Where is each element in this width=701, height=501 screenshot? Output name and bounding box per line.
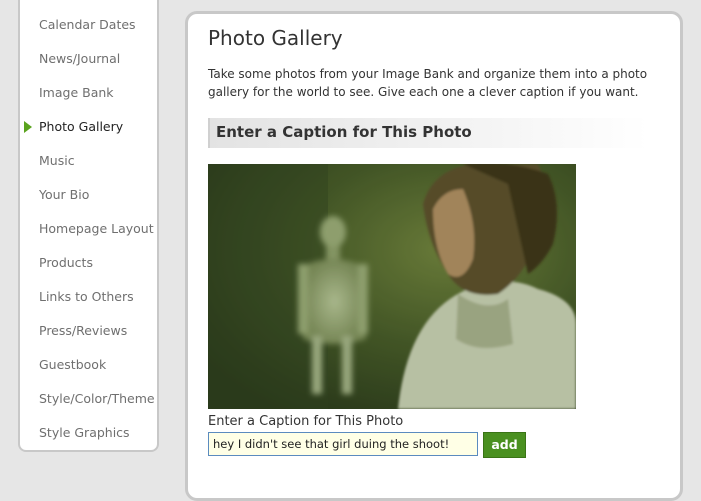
sidebar-item-press-reviews[interactable]: Press/Reviews	[39, 321, 127, 341]
sidebar-item-music[interactable]: Music	[39, 151, 75, 171]
main-panel: Photo Gallery Take some photos from your…	[185, 11, 683, 501]
caption-label: Enter a Caption for This Photo	[208, 414, 404, 429]
triangle-right-icon	[24, 121, 32, 133]
page-description: Take some photos from your Image Bank an…	[208, 67, 648, 99]
page-title: Photo Gallery	[208, 26, 343, 50]
sidebar-item-news-journal[interactable]: News/Journal	[39, 49, 120, 69]
caption-input[interactable]	[208, 432, 478, 456]
sidebar-item-image-bank[interactable]: Image Bank	[39, 83, 114, 103]
sidebar-item-photo-gallery[interactable]: Photo Gallery	[39, 117, 123, 137]
sidebar-nav: Calendar Dates News/Journal Image Bank P…	[18, 0, 159, 452]
sidebar-item-homepage-layout[interactable]: Homepage Layout	[39, 219, 154, 239]
sidebar-item-products[interactable]: Products	[39, 253, 93, 273]
section-header: Enter a Caption for This Photo	[208, 118, 648, 148]
sidebar-item-links-to-others[interactable]: Links to Others	[39, 287, 134, 307]
gallery-photo	[208, 164, 576, 409]
sidebar-item-style-color-theme[interactable]: Style/Color/Theme	[39, 389, 155, 409]
sidebar-item-your-bio[interactable]: Your Bio	[39, 185, 89, 205]
add-button[interactable]: add	[483, 432, 526, 458]
sidebar-item-style-graphics[interactable]: Style Graphics	[39, 423, 130, 443]
sidebar-item-calendar-dates[interactable]: Calendar Dates	[39, 15, 136, 35]
sidebar-item-guestbook[interactable]: Guestbook	[39, 355, 106, 375]
